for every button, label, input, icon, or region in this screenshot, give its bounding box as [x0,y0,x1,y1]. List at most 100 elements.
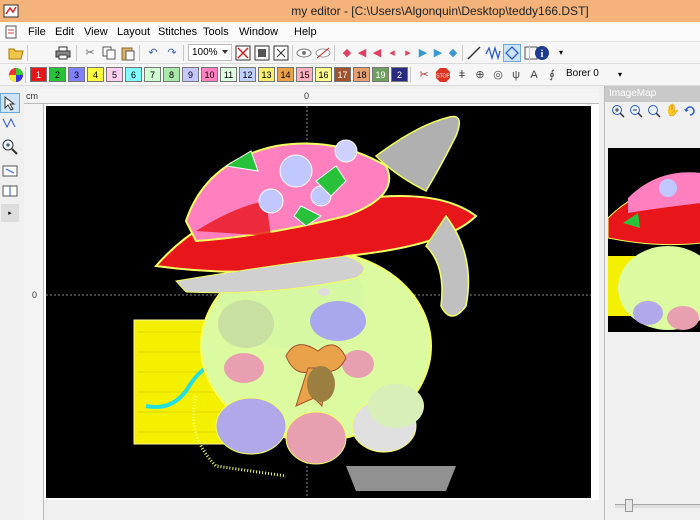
prev-block-icon[interactable]: ◀ [369,45,385,61]
color-swatch[interactable]: 8 [163,67,180,82]
paste-icon[interactable] [120,45,136,61]
image-map-toolbar: ✋ [605,102,700,122]
chevron-down-icon [222,50,228,54]
line-tool-icon[interactable] [466,45,482,61]
color-swatch[interactable]: 7 [144,67,161,82]
info-icon[interactable]: i [534,45,550,61]
palette-expand-icon[interactable]: ▸ [1,204,19,222]
color-swatch[interactable]: 13 [258,67,275,82]
copy-icon[interactable] [101,45,117,61]
zoom-in-icon[interactable] [611,104,625,118]
color-swatch[interactable]: 9 [182,67,199,82]
color-swatch[interactable]: 11 [220,67,237,82]
cut-icon[interactable]: ✂ [82,45,98,61]
prev-stitch-icon[interactable]: ◂ [384,45,400,61]
color-swatch[interactable]: 19 [372,67,389,82]
wave-tool-icon[interactable] [485,45,501,61]
zoom-select[interactable]: 100% [188,44,232,61]
measure-tool-icon[interactable] [1,162,19,180]
color-swatch[interactable]: 12 [239,67,256,82]
image-map-panel: ImageMap ✋ [604,86,700,520]
pan-hand-icon[interactable]: ✋ [665,103,680,117]
needle-icon[interactable]: ǂ [454,67,470,83]
svg-text:i: i [541,49,544,60]
zoom-design-icon[interactable] [254,45,270,61]
show-stitches-icon[interactable] [296,45,312,61]
select-tool-icon[interactable] [0,93,20,113]
color-swatch[interactable]: 1 [30,67,47,82]
prev-color-icon[interactable]: ◀ [354,45,370,61]
zoom-in-icon[interactable] [1,138,19,156]
ruler-unit: cm [26,91,38,101]
text-icon[interactable]: A [526,67,542,83]
zoom-window-icon[interactable] [273,45,289,61]
color-toolbar: ✂ STOP ǂ ⊕ ◎ ψ A ∮ Borer 0 ▾ 1 2 3 4 5 6 7 8 9 10… [0,64,700,86]
last-stitch-icon[interactable]: ◆ [445,45,461,61]
mirror-tool-icon[interactable] [1,182,19,200]
color-wheel-icon[interactable] [8,67,24,83]
color-swatch[interactable]: 16 [315,67,332,82]
slider-thumb[interactable] [625,499,633,512]
ruler-horizontal: cm 0 [24,89,599,104]
redo-icon[interactable]: ↷ [164,45,180,61]
next-stitch-icon[interactable]: ▸ [400,45,416,61]
stitch-edit-icon[interactable] [1,114,19,132]
borer-select[interactable]: Borer 0 [562,66,610,83]
menu-tools[interactable]: Tools [203,26,229,38]
toolbar-overflow-icon[interactable]: ▾ [612,67,628,83]
menu-window[interactable]: Window [239,26,278,38]
image-map-preview[interactable] [608,148,700,332]
toolbar-overflow-icon[interactable]: ▾ [553,45,569,61]
embroidery-design-view[interactable] [46,106,591,498]
hide-stitches-icon[interactable] [315,45,331,61]
tool-palette: ▸ [0,86,22,520]
print-icon[interactable] [55,45,71,61]
refresh-icon[interactable] [683,104,697,118]
menu-edit[interactable]: Edit [55,26,74,38]
stop-icon[interactable]: STOP [435,67,451,83]
image-map-title: ImageMap [605,86,700,102]
ruler-left-zero: 0 [32,290,38,300]
color-swatch[interactable]: 2 [49,67,66,82]
horizontal-scrollbar[interactable] [44,500,599,520]
trim-icon[interactable]: ⊕ [472,67,488,83]
menu-layout[interactable]: Layout [117,26,150,38]
sequin-icon[interactable]: ◎ [490,67,506,83]
next-block-icon[interactable]: ▶ [415,45,431,61]
zoom-out-icon[interactable] [629,104,643,118]
open-folder-icon[interactable] [8,45,24,61]
zoom-fit-icon[interactable] [235,45,251,61]
color-swatch[interactable]: 4 [87,67,104,82]
chain-icon[interactable]: ∮ [544,67,560,83]
color-swatch[interactable]: 15 [296,67,313,82]
scissors-icon[interactable]: ✂ [416,67,432,83]
color-swatch[interactable]: 14 [277,67,294,82]
first-stitch-icon[interactable]: ◆ [339,45,355,61]
color-swatch[interactable]: 6 [125,67,142,82]
menu-view[interactable]: View [84,26,108,38]
image-map-zoom-slider[interactable] [615,499,700,512]
tie-icon[interactable]: ψ [508,67,524,83]
color-swatch[interactable]: 3 [68,67,85,82]
borer-label: Borer 0 [566,68,599,79]
teddy-bear-embroidery [46,106,591,498]
document-icon[interactable] [4,25,18,39]
ruler-vertical: 0 [24,104,44,520]
ruler-top-zero: 0 [304,91,310,101]
design-canvas: cm 0 0 [24,89,599,520]
menu-help[interactable]: Help [294,26,317,38]
color-swatch[interactable]: 18 [353,67,370,82]
color-swatch[interactable]: 5 [106,67,123,82]
next-color-icon[interactable]: ▶ [430,45,446,61]
title-bar: my editor - [C:\Users\Algonquin\Desktop\… [0,0,700,22]
shape-tool-icon[interactable] [503,44,521,62]
zoom-value: 100% [192,47,218,58]
zoom-area-icon[interactable] [647,104,661,118]
undo-icon[interactable]: ↶ [145,45,161,61]
color-swatch[interactable]: 2 [391,67,408,82]
color-swatch[interactable]: 17 [334,67,351,82]
menu-stitches[interactable]: Stitches [158,26,197,38]
color-swatch[interactable]: 10 [201,67,218,82]
main-toolbar: ✂ ↶ ↷ 100% ◆ ◀ ◀ ◂ ▸ ▶ ▶ ◆ i ▾ [0,42,700,64]
menu-file[interactable]: File [28,26,46,38]
